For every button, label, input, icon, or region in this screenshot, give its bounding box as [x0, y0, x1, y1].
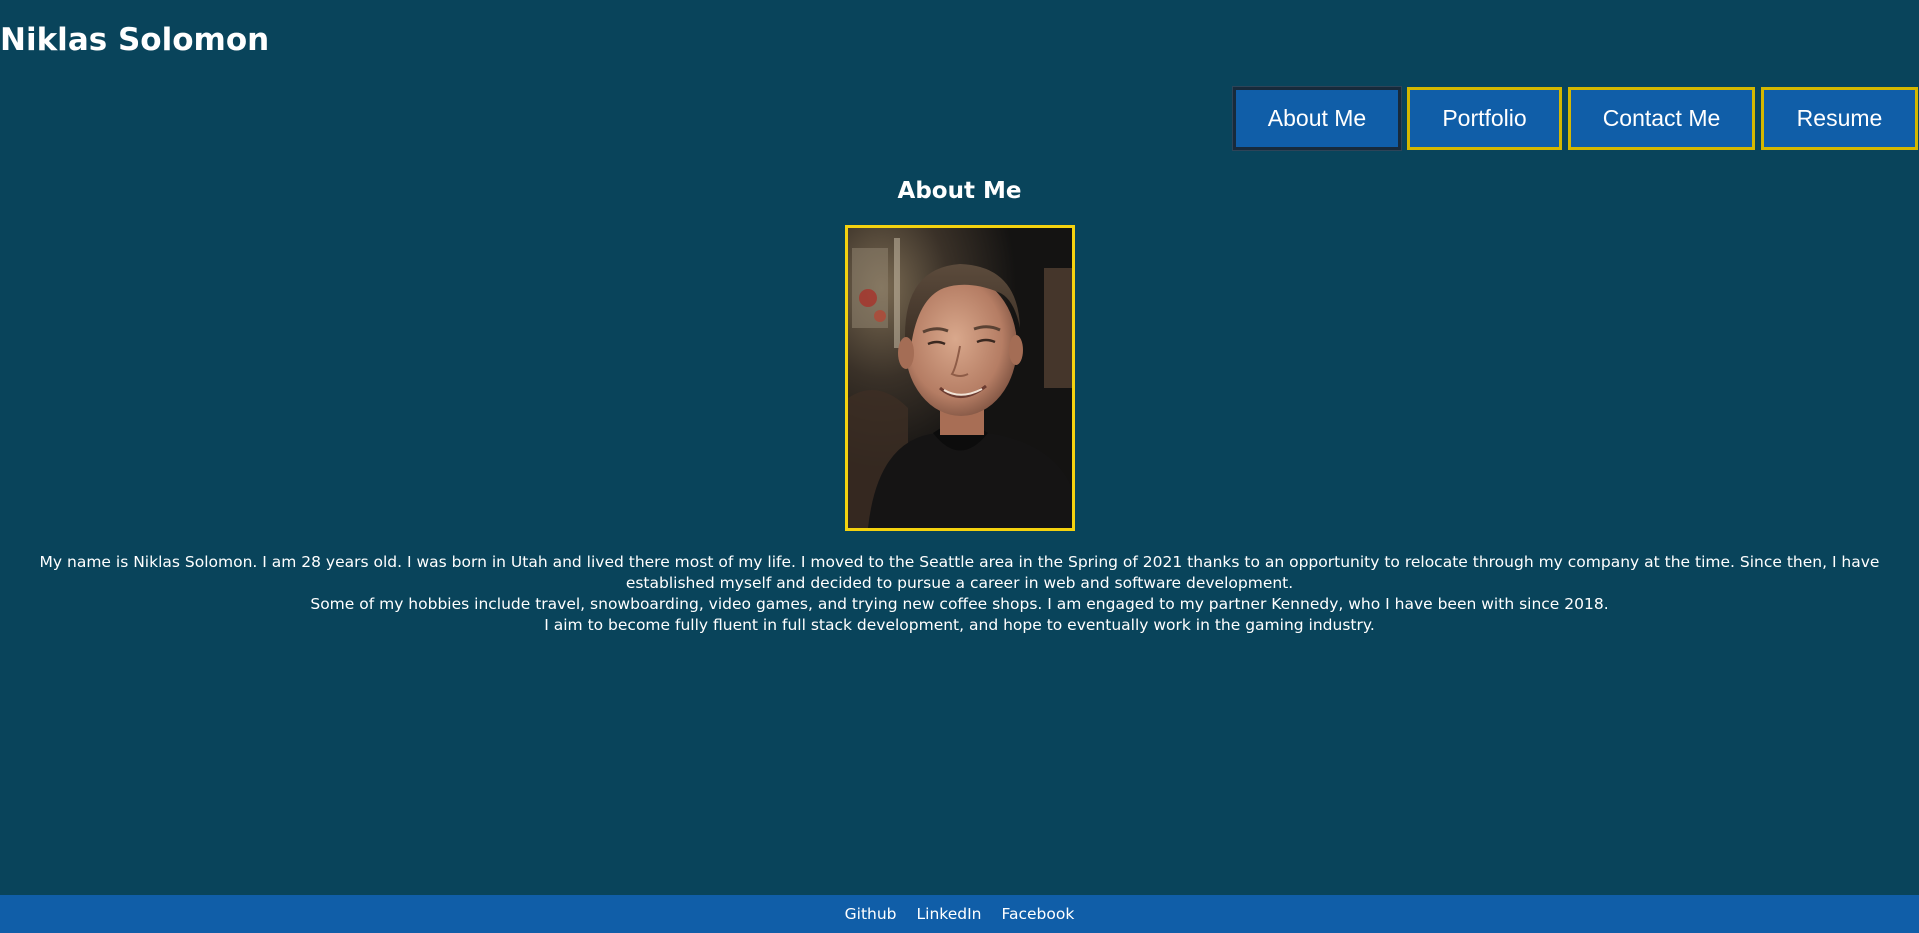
bio-paragraph: My name is Niklas Solomon. I am 28 years… — [39, 553, 1880, 592]
footer-link-github[interactable]: Github — [845, 905, 897, 923]
bio-paragraph: Some of my hobbies include travel, snowb… — [310, 595, 1609, 613]
nav-about-me-button[interactable]: About Me — [1232, 86, 1402, 151]
section-title: About Me — [897, 178, 1022, 204]
footer: Github LinkedIn Facebook — [0, 895, 1919, 933]
footer-link-facebook[interactable]: Facebook — [1002, 905, 1075, 923]
nav-contact-me-button[interactable]: Contact Me — [1568, 87, 1755, 150]
portrait-illustration — [848, 228, 1072, 528]
bio-text: My name is Niklas Solomon. I am 28 years… — [6, 552, 1913, 636]
bio-paragraph: I aim to become fully fluent in full sta… — [544, 616, 1375, 634]
site-title: Niklas Solomon — [0, 22, 270, 58]
page: Niklas Solomon About Me Portfolio Contac… — [0, 0, 1919, 933]
footer-link-linkedin[interactable]: LinkedIn — [917, 905, 982, 923]
main-nav: About Me Portfolio Contact Me Resume — [1232, 86, 1918, 151]
nav-portfolio-button[interactable]: Portfolio — [1407, 87, 1562, 150]
nav-resume-button[interactable]: Resume — [1761, 87, 1918, 150]
profile-photo — [845, 225, 1075, 531]
